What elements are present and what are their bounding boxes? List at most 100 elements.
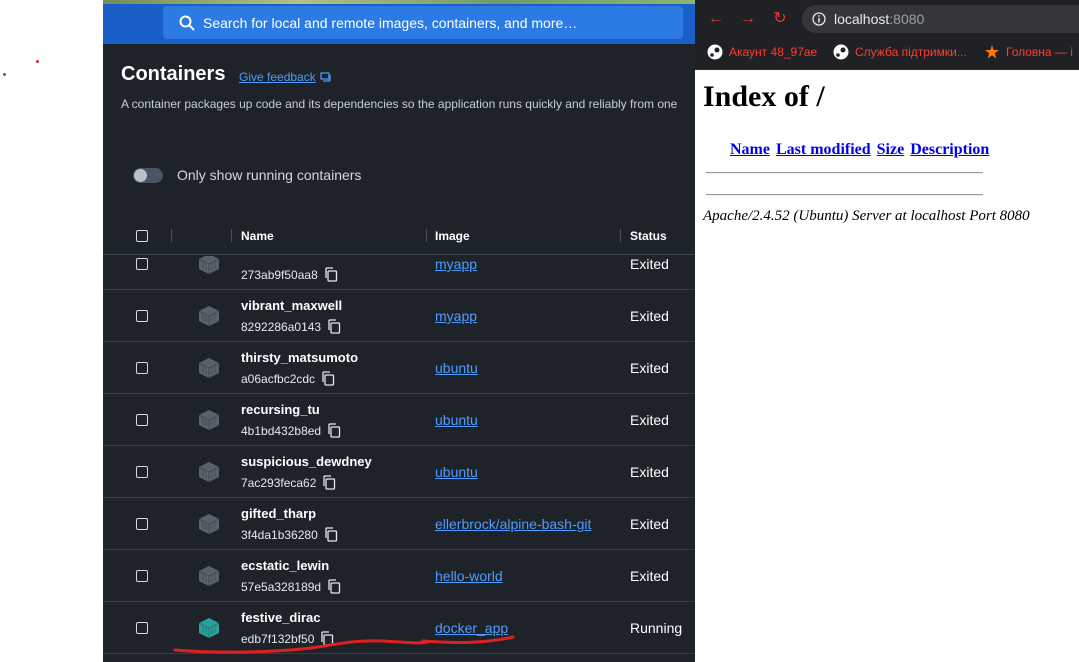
column-separator bbox=[620, 229, 621, 242]
container-status: Exited bbox=[630, 516, 669, 532]
docker-header-bar: Search for local and remote images, cont… bbox=[103, 0, 695, 44]
index-column-links: Name Last modified Size Description bbox=[730, 141, 991, 159]
table-row[interactable]: suspicious_dewdney 7ac293feca62 ubuntu Exit… bbox=[103, 446, 695, 498]
copy-icon[interactable] bbox=[327, 423, 341, 438]
only-running-label: Only show running containers bbox=[177, 167, 362, 183]
container-image-link[interactable]: myapp bbox=[435, 256, 477, 272]
docker-desktop-window: Search for local and remote images, cont… bbox=[103, 0, 695, 662]
column-header-name[interactable]: Name bbox=[241, 229, 274, 243]
row-checkbox[interactable] bbox=[136, 258, 148, 270]
bookmark-home[interactable]: Головна — і bbox=[984, 44, 1073, 60]
index-heading: Index of / bbox=[703, 80, 825, 113]
container-status: Exited bbox=[630, 568, 669, 584]
bookmark-steam-account[interactable]: Акаунт 48_97ae bbox=[707, 44, 817, 60]
container-name[interactable]: thirsty_matsumoto bbox=[241, 350, 358, 365]
container-id-text: 273ab9f50aa8 bbox=[241, 267, 318, 282]
container-id: 3f4da1b36280 bbox=[241, 527, 338, 542]
table-row[interactable]: recursing_tu 4b1bd432b8ed ubuntu Exited bbox=[103, 394, 695, 446]
container-id: 4b1bd432b8ed bbox=[241, 423, 341, 438]
row-checkbox[interactable] bbox=[136, 414, 148, 426]
table-row[interactable]: ecstatic_lewin 57e5a328189d hello-world Exi… bbox=[103, 550, 695, 602]
page-description: A container packages up code and its dep… bbox=[121, 97, 678, 111]
steam-icon bbox=[707, 44, 723, 60]
browser-toolbar: ← → ↻ localhost:8080 bbox=[695, 0, 1079, 38]
container-icon bbox=[198, 566, 220, 586]
copy-icon[interactable] bbox=[327, 319, 341, 334]
sort-by-modified-link[interactable]: Last modified bbox=[776, 141, 871, 158]
only-running-toggle[interactable] bbox=[133, 168, 163, 183]
container-id-text: 7ac293feca62 bbox=[241, 475, 317, 490]
sort-by-name-link[interactable]: Name bbox=[730, 141, 770, 158]
container-name[interactable]: recursing_tu bbox=[241, 402, 320, 417]
container-status: Exited bbox=[630, 256, 669, 272]
table-row[interactable]: gifted_tharp 3f4da1b36280 ellerbrock/alpin… bbox=[103, 498, 695, 550]
forward-icon[interactable]: → bbox=[739, 10, 757, 28]
search-placeholder: Search for local and remote images, cont… bbox=[203, 14, 578, 31]
copy-icon[interactable] bbox=[322, 475, 336, 490]
container-image-link[interactable]: ubuntu bbox=[435, 412, 478, 428]
table-row[interactable]: vibrant_maxwell 8292286a0143 myapp Exited bbox=[103, 290, 695, 342]
toggle-knob bbox=[134, 169, 147, 182]
container-image-link[interactable]: hello-world bbox=[435, 568, 503, 584]
container-status: Exited bbox=[630, 308, 669, 324]
container-id-text: a06acfbc2cdc bbox=[241, 371, 316, 386]
copy-icon[interactable] bbox=[327, 579, 341, 594]
page-title: Containers bbox=[121, 63, 226, 85]
table-row[interactable]: thirsty_matsumoto a06acfbc2cdc ubuntu Exite… bbox=[103, 342, 695, 394]
select-all-checkbox[interactable] bbox=[136, 230, 148, 242]
desktop-background bbox=[0, 0, 103, 662]
row-checkbox[interactable] bbox=[136, 518, 148, 530]
container-id-text: 8292286a0143 bbox=[241, 319, 322, 334]
copy-icon[interactable] bbox=[324, 267, 338, 282]
container-icon bbox=[198, 462, 220, 482]
annotation-dot bbox=[3, 73, 6, 76]
copy-icon[interactable] bbox=[324, 527, 338, 542]
server-signature: Apache/2.4.52 (Ubuntu) Server at localho… bbox=[703, 208, 1030, 224]
container-image-link[interactable]: myapp bbox=[435, 308, 477, 324]
url-host: localhost bbox=[834, 11, 890, 27]
container-status: Exited bbox=[630, 412, 669, 428]
bookmark-steam-support[interactable]: Служба підтримки... bbox=[833, 44, 967, 60]
container-image-link[interactable]: ellerbrock/alpine-bash-git bbox=[435, 516, 591, 532]
container-id-text: 4b1bd432b8ed bbox=[241, 423, 322, 438]
column-header-status[interactable]: Status bbox=[630, 229, 667, 243]
container-id-text: 3f4da1b36280 bbox=[241, 527, 318, 542]
container-icon bbox=[198, 514, 220, 534]
sort-by-size-link[interactable]: Size bbox=[877, 141, 905, 158]
container-icon bbox=[198, 358, 220, 378]
container-icon bbox=[198, 306, 220, 326]
container-status: Exited bbox=[630, 464, 669, 480]
steam-icon bbox=[833, 44, 849, 60]
window-top-strip bbox=[103, 0, 695, 4]
container-image-link[interactable]: ubuntu bbox=[435, 464, 478, 480]
row-checkbox[interactable] bbox=[136, 310, 148, 322]
sort-by-description-link[interactable]: Description bbox=[910, 141, 989, 158]
container-status: Exited bbox=[630, 360, 669, 376]
annotation-dot bbox=[36, 60, 39, 63]
container-id: 57e5a328189d bbox=[241, 579, 341, 594]
back-icon[interactable]: ← bbox=[707, 10, 725, 28]
column-separator bbox=[171, 229, 172, 242]
column-separator bbox=[231, 229, 232, 242]
global-search-input[interactable]: Search for local and remote images, cont… bbox=[163, 6, 683, 39]
reload-icon[interactable]: ↻ bbox=[771, 10, 789, 28]
row-checkbox[interactable] bbox=[136, 362, 148, 374]
give-feedback-link[interactable]: Give feedback bbox=[239, 70, 331, 84]
bookmark-label: Служба підтримки... bbox=[855, 45, 967, 59]
horizontal-rule bbox=[706, 172, 983, 174]
give-feedback-label: Give feedback bbox=[239, 70, 316, 84]
container-image-link[interactable]: ubuntu bbox=[435, 360, 478, 376]
copy-icon[interactable] bbox=[321, 371, 335, 386]
container-name[interactable]: gifted_tharp bbox=[241, 506, 316, 521]
column-header-image[interactable]: Image bbox=[435, 229, 470, 243]
container-name[interactable]: vibrant_maxwell bbox=[241, 298, 342, 313]
table-row[interactable]: 273ab9f50aa8 myapp Exited bbox=[103, 256, 695, 290]
container-name[interactable]: ecstatic_lewin bbox=[241, 558, 329, 573]
row-checkbox[interactable] bbox=[136, 570, 148, 582]
row-checkbox[interactable] bbox=[136, 466, 148, 478]
browser-window: ← → ↻ localhost:8080 Акаунт 48_97ae Служ… bbox=[695, 0, 1079, 662]
bookmark-label: Головна — і bbox=[1006, 45, 1073, 59]
feedback-icon bbox=[320, 71, 331, 82]
address-bar[interactable]: localhost:8080 bbox=[802, 5, 1079, 33]
container-name[interactable]: suspicious_dewdney bbox=[241, 454, 372, 469]
